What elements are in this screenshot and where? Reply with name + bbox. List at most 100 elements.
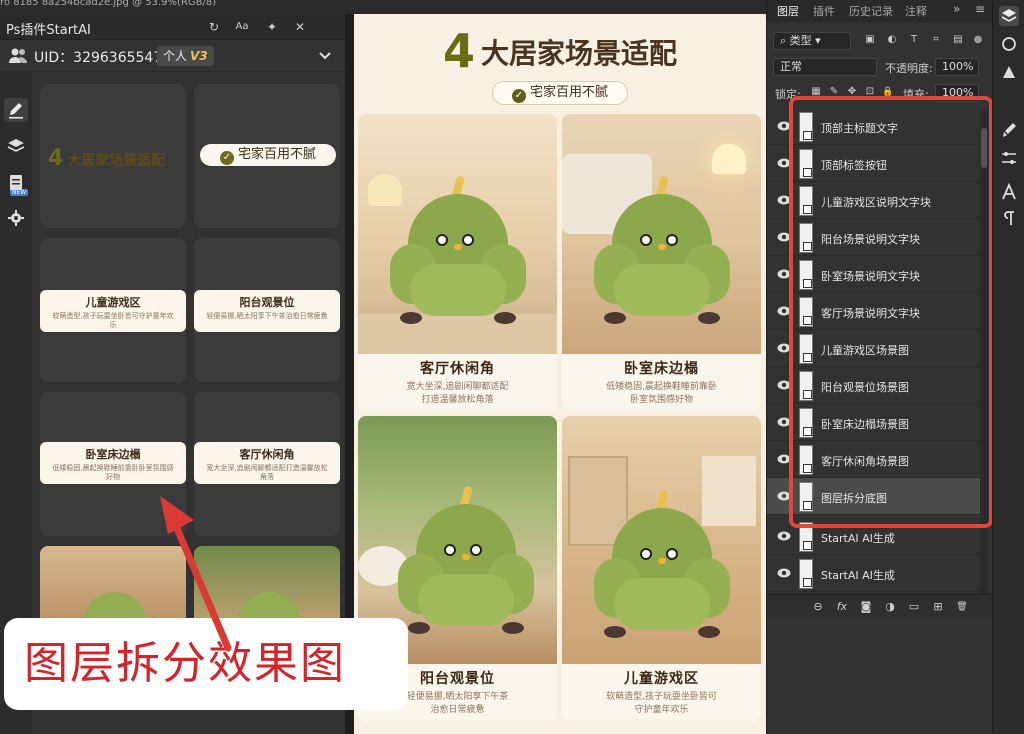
- brush-icon[interactable]: [999, 120, 1019, 140]
- tile-pill-label: 宅家百用不腻: [237, 147, 316, 162]
- users-icon: [9, 48, 27, 63]
- tile-pill-button: ✓ 宅家百用不腻: [200, 144, 336, 166]
- character-icon[interactable]: [999, 182, 1019, 202]
- artboard-heading-number: 4: [442, 24, 475, 78]
- trash-icon[interactable]: 🗑: [955, 600, 969, 614]
- new-group-icon[interactable]: ▭: [907, 600, 921, 614]
- check-icon: ✓: [219, 151, 234, 165]
- shape-filter-icon[interactable]: ⌗: [929, 33, 943, 47]
- scene-card-desc-1: 软萌造型,孩子玩耍坐卧皆可: [606, 692, 717, 702]
- plan-badge[interactable]: 个人 V3: [157, 46, 214, 66]
- tile-caption-title: 客厅休闲角: [239, 448, 295, 461]
- scene-card-desc-2: 守护童年欢乐: [634, 705, 689, 715]
- scene-card-info: 儿童游戏区 软萌造型,孩子玩耍坐卧皆可 守护童年欢乐: [562, 664, 761, 721]
- layers-stack-icon[interactable]: [4, 134, 28, 158]
- panel-overflow-icon[interactable]: »: [953, 2, 960, 16]
- opacity-label: 不透明度:: [885, 62, 933, 75]
- close-icon[interactable]: ✕: [290, 17, 310, 37]
- tab-plugins[interactable]: 插件: [813, 3, 835, 19]
- scene-card-title: 客厅休闲角: [420, 361, 495, 377]
- paragraph-icon[interactable]: [999, 208, 1019, 228]
- scene-photo-living: [358, 114, 557, 354]
- tile-caption: 客厅休闲角 宽大坐深,追剧闲聊都适配打造温馨放松角落: [194, 442, 340, 484]
- adjust-sliders-icon[interactable]: [999, 148, 1019, 168]
- search-icon: ⌕: [780, 34, 790, 47]
- artboard[interactable]: 4 大居家场景适配 ✓ 宅家百用不腻 客厅休闲角 宽大坐深,追剧闲聊都适配 打造温馨…: [354, 14, 766, 734]
- new-layer-icon[interactable]: ⊞: [931, 600, 945, 614]
- user-uid: UID：3296365547: [34, 50, 163, 66]
- layer-filter-value: 类型: [789, 34, 812, 47]
- rug: [358, 314, 557, 354]
- fx-icon[interactable]: fx: [835, 600, 849, 614]
- plugin-title: Ps插件StartAI: [6, 23, 91, 38]
- tile-title-number: 4: [48, 146, 64, 171]
- paths-icon[interactable]: [999, 62, 1019, 82]
- cabinet: [702, 456, 756, 526]
- adjustment-layer-icon[interactable]: ◑: [883, 600, 897, 614]
- opacity-value: 100%: [942, 60, 974, 73]
- adjustment-filter-icon[interactable]: ◐: [885, 33, 899, 47]
- gear-icon[interactable]: [4, 206, 28, 230]
- layer-row[interactable]: StartAI AI生成: [767, 555, 981, 592]
- eye-icon[interactable]: [777, 567, 791, 579]
- layer-thumbnail: [799, 559, 813, 589]
- check-icon: ✓: [511, 89, 526, 103]
- tile-caption-desc: 软萌造型,孩子玩耍坐卧皆可守护童年欢乐: [52, 312, 174, 329]
- scene-card-desc-2: 卧室氛围感好物: [629, 395, 693, 405]
- link-layers-icon[interactable]: ⊖: [811, 600, 825, 614]
- smart-object-filter-icon[interactable]: ▤: [951, 33, 965, 47]
- layer-name: StartAI AI生成: [821, 569, 895, 582]
- user-bar: UID：3296365547 个人 V3: [0, 40, 345, 72]
- tab-notes[interactable]: 注释: [905, 3, 927, 19]
- chevron-down-icon[interactable]: [316, 45, 334, 65]
- layer-tile-title[interactable]: 4 大居家场景适配: [40, 84, 186, 228]
- layers-footer: ⊖ fx ◙ ◑ ▭ ⊞ 🗑: [767, 594, 993, 618]
- tile-caption: 儿童游戏区 软萌造型,孩子玩耍坐卧皆可守护童年欢乐: [40, 290, 186, 332]
- effect-caption-label: 图层拆分效果图: [4, 618, 408, 710]
- blend-row: 正常 不透明度: 100%: [767, 54, 993, 80]
- add-mask-icon[interactable]: ◙: [859, 600, 873, 614]
- right-toolstrip: [992, 0, 1024, 734]
- tile-caption-desc: 宽大坐深,追剧闲聊都适配打造温馨放松角落: [206, 464, 328, 481]
- clipboard-icon[interactable]: [4, 170, 28, 194]
- scene-card-info: 卧室床边榻 低矮稳固,晨起换鞋睡前靠卧 卧室氛围感好物: [562, 354, 761, 411]
- pixel-filter-icon[interactable]: ▣: [863, 33, 877, 47]
- layer-tile-pill[interactable]: ✓ 宅家百用不腻: [194, 84, 340, 228]
- text-size-icon[interactable]: Aa: [232, 17, 252, 37]
- tab-layers[interactable]: 图层: [777, 3, 799, 19]
- document-tab-label: ro 8185 8a254bcad2e.jpg @ 53.9%(RGB/8): [0, 0, 217, 8]
- tile-caption-desc: 轻便易挪,晒太阳享下午茶治愈日常疲惫: [206, 312, 328, 320]
- type-filter-icon[interactable]: T: [907, 33, 921, 47]
- scene-card-living: 客厅休闲角 宽大坐深,追剧闲聊都适配 打造温馨放松角落: [358, 114, 557, 411]
- eye-icon[interactable]: [777, 530, 791, 542]
- layer-filter-row: ⌕ 类型 ▾ ▣ ◐ T ⌗ ▤ ●: [767, 28, 993, 54]
- artboard-heading-text: 大居家场景适配: [481, 37, 678, 70]
- scene-photo-bedroom: [562, 114, 761, 354]
- panel-menu-icon[interactable]: ≡: [975, 2, 985, 16]
- scene-card-kids: 儿童游戏区 软萌造型,孩子玩耍坐卧皆可 守护童年欢乐: [562, 416, 761, 721]
- tab-history[interactable]: 历史记录: [849, 3, 893, 19]
- pin-icon[interactable]: ✦: [262, 17, 282, 37]
- red-highlight-annotation: [789, 96, 993, 528]
- scene-card-info: 客厅休闲角 宽大坐深,追剧闲聊都适配 打造温馨放松角落: [358, 354, 557, 411]
- layer-name: StartAI AI生成: [821, 532, 895, 545]
- layers-stack-icon[interactable]: [999, 6, 1019, 26]
- edit-icon[interactable]: [4, 98, 28, 122]
- filter-toggle-icon[interactable]: ●: [971, 33, 985, 47]
- layer-tile-living-text[interactable]: 客厅休闲角 宽大坐深,追剧闲聊都适配打造温馨放松角落: [194, 392, 340, 536]
- scene-card-desc-2: 打造温馨放松角落: [421, 395, 494, 405]
- scene-card-desc-1: 宽大坐深,追剧闲聊都适配: [406, 382, 509, 392]
- layer-tile-balcony-text[interactable]: 阳台观景位 轻便易挪,晒太阳享下午茶治愈日常疲惫: [194, 238, 340, 382]
- channels-icon[interactable]: [999, 34, 1019, 54]
- refresh-icon[interactable]: ↻: [204, 17, 224, 37]
- scene-card-title: 儿童游戏区: [624, 671, 699, 687]
- tile-title-text: 4 大居家场景适配: [48, 146, 165, 171]
- layer-tile-bedroom-text[interactable]: 卧室床边榻 低矮稳固,晨起换鞋睡前靠卧卧室氛围感好物: [40, 392, 186, 536]
- blend-mode-value: 正常: [780, 60, 802, 73]
- blend-mode-select[interactable]: 正常: [773, 58, 877, 76]
- layer-tile-kids-text[interactable]: 儿童游戏区 软萌造型,孩子玩耍坐卧皆可守护童年欢乐: [40, 238, 186, 382]
- scene-photo-kids: [562, 416, 761, 664]
- plan-version: V3: [190, 49, 208, 63]
- layer-filter-select[interactable]: ⌕ 类型 ▾: [773, 32, 851, 50]
- opacity-input[interactable]: 100%: [935, 58, 979, 76]
